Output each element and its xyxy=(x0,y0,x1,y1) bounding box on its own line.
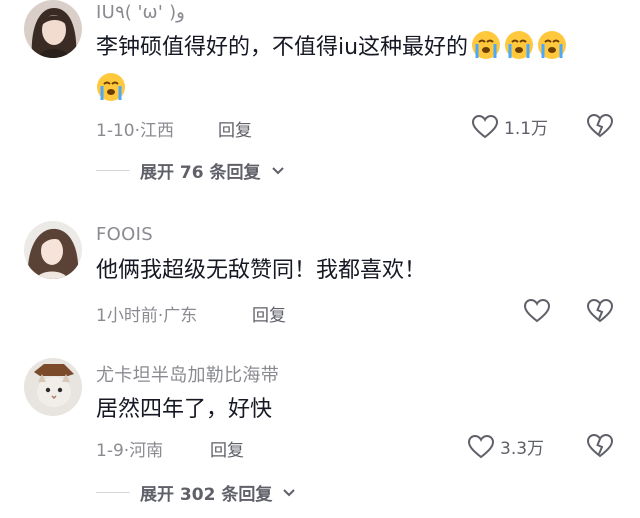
comment-text: 居然四年了，好快 xyxy=(96,397,273,422)
comment-body: 李钟硕值得好的，不值得iu这种最好的 xyxy=(96,35,469,60)
like-button[interactable]: 1.1万 xyxy=(472,114,548,139)
comment-text: 他俩我超级无敌赞同！我都喜欢！ xyxy=(96,258,427,283)
comment-date: 1小时前 xyxy=(96,306,158,326)
divider-line xyxy=(96,492,130,493)
comment-meta: 1-10·江西 xyxy=(96,116,174,141)
avatar[interactable] xyxy=(24,0,82,58)
like-count: 1.1万 xyxy=(504,119,549,139)
comment-location: 广东 xyxy=(163,306,198,326)
comment-meta: 1小时前·广东 xyxy=(96,301,197,326)
dislike-button[interactable] xyxy=(587,299,613,323)
comment-location: 河南 xyxy=(129,441,164,461)
heart-outline-icon xyxy=(472,114,498,139)
reply-button[interactable]: 回复 xyxy=(210,436,244,461)
comment-text: 李钟硕值得好的，不值得iu这种最好的 xyxy=(96,30,567,66)
comment-meta: 1-9·河南 xyxy=(96,436,163,461)
like-count: 3.3万 xyxy=(500,439,545,459)
comment-username[interactable]: 尤卡坦半岛加勒比海带 xyxy=(96,361,279,387)
comment-date: 1-9 xyxy=(96,441,124,461)
expand-replies-button[interactable]: 展开 76 条回复 xyxy=(96,158,285,183)
broken-heart-outline-icon xyxy=(587,114,613,138)
comment-date: 1-10 xyxy=(96,121,135,141)
expand-replies-label: 展开 302 条回复 xyxy=(140,485,273,505)
expand-replies-label: 展开 76 条回复 xyxy=(140,163,261,183)
heart-outline-icon xyxy=(524,299,550,323)
dislike-button[interactable] xyxy=(587,114,613,138)
divider-line xyxy=(96,170,130,171)
comment-username[interactable]: IU٩( 'ω' )و xyxy=(96,2,185,23)
chevron-down-icon xyxy=(271,161,285,181)
heart-outline-icon xyxy=(468,434,494,459)
dislike-button[interactable] xyxy=(587,434,613,458)
broken-heart-outline-icon xyxy=(587,299,613,323)
like-button[interactable]: 3.3万 xyxy=(468,434,544,459)
reply-button[interactable]: 回复 xyxy=(252,301,286,326)
avatar[interactable] xyxy=(24,358,82,416)
avatar[interactable] xyxy=(24,221,82,279)
comment-location: 江西 xyxy=(140,121,174,141)
like-button[interactable] xyxy=(524,299,556,323)
reply-button[interactable]: 回复 xyxy=(218,116,252,141)
expand-replies-button[interactable]: 展开 302 条回复 xyxy=(96,480,296,505)
comment-item: FOOIS 他俩我超级无敌赞同！我都喜欢！ 1小时前·广东 回复 xyxy=(0,221,640,331)
crying-face-icon xyxy=(96,72,126,102)
chevron-down-icon xyxy=(282,483,296,503)
comment-item: 尤卡坦半岛加勒比海带 居然四年了，好快 1-9·河南 回复 3.3万 展开 30… xyxy=(0,358,640,518)
crying-face-icon xyxy=(468,31,567,60)
comment-username[interactable]: FOOIS xyxy=(96,224,153,245)
broken-heart-outline-icon xyxy=(587,434,613,458)
comment-item: IU٩( 'ω' )و 李钟硕值得好的，不值得iu这种最好的 1-10·江西 回… xyxy=(0,0,640,190)
